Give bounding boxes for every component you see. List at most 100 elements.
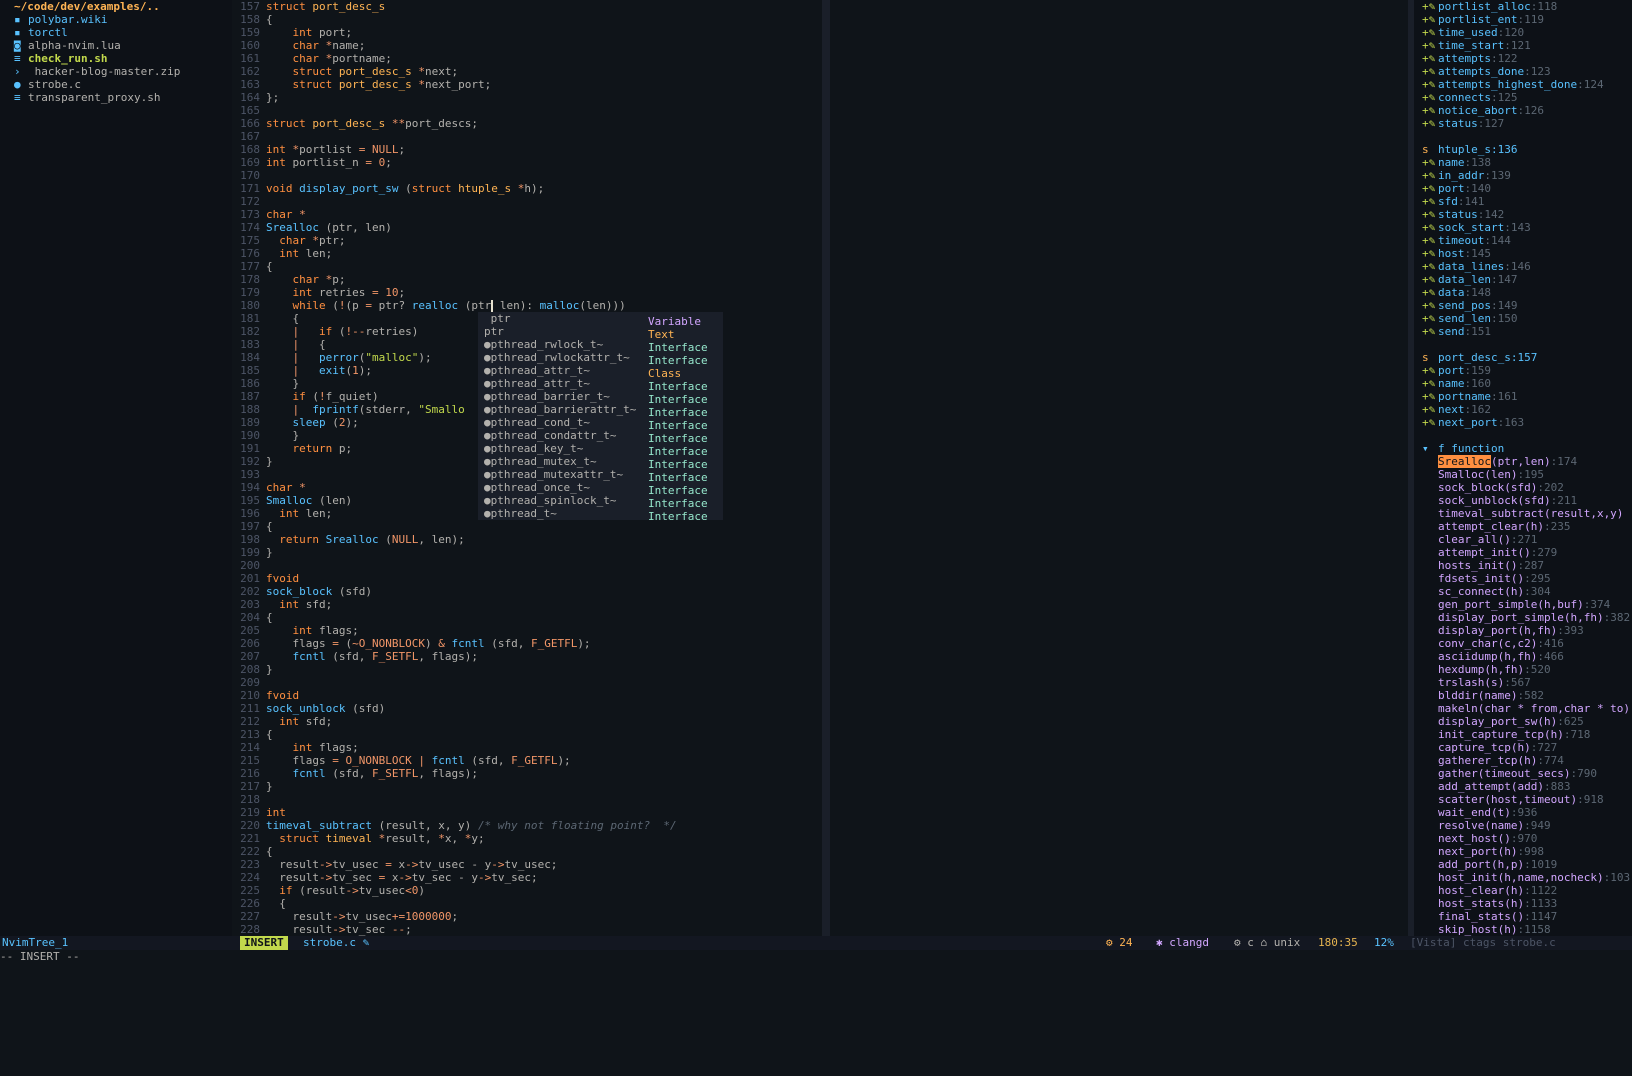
completion-item[interactable]: ●pthread_t~ Interface [478, 507, 723, 523]
vista-item[interactable]: Srealloc(ptr,len):174 [1414, 455, 1632, 468]
code-text[interactable]: int portlist_n = 0; [266, 156, 392, 169]
code-line[interactable]: 214 int flags; [232, 741, 822, 754]
code-line[interactable]: 228 result->tv_sec --; [232, 923, 822, 936]
tree-root-path[interactable]: ~/code/dev/examples/.. [0, 0, 232, 13]
vista-item[interactable]: makeln(char * from,char * to) [1414, 702, 1632, 715]
code-line[interactable]: 213 { [232, 728, 822, 741]
vista-item[interactable]: +✎ portlist_ent:119 [1414, 13, 1632, 26]
vista-item[interactable]: sock_unblock(sfd):211 [1414, 494, 1632, 507]
vista-item[interactable]: gatherer_tcp(h):774 [1414, 754, 1632, 767]
code-line[interactable]: 218 [232, 793, 822, 806]
code-text[interactable]: } [266, 780, 273, 793]
tree-item[interactable]: › hacker-blog-master.zip [0, 65, 232, 78]
completion-popup[interactable]: ptr Variable ptr Text ●pthread_rwlock_t~ Inte… [478, 312, 723, 523]
code-text[interactable]: fvoid [266, 572, 299, 585]
vista-item[interactable]: +✎ next_port:163 [1414, 416, 1632, 429]
code-line[interactable]: 209 [232, 676, 822, 689]
code-line[interactable]: 198 return Srealloc (NULL, len); [232, 533, 822, 546]
tree-item[interactable]: ● strobe.c [0, 78, 232, 91]
nvimtree-panel[interactable]: ~/code/dev/examples/.. ▪ polybar.wiki ▪ tor… [0, 0, 232, 936]
tree-item[interactable]: ▪ torctl [0, 26, 232, 39]
completion-item[interactable]: ●pthread_rwlock_t~ Interface [478, 338, 723, 354]
completion-item[interactable]: ●pthread_mutexattr_t~ Interface [478, 468, 723, 484]
empty-editor-pane[interactable] [830, 0, 1408, 936]
vista-item[interactable]: +✎ send_pos:149 [1414, 299, 1632, 312]
completion-item[interactable]: ●pthread_spinlock_t~ Interface [478, 494, 723, 510]
vista-item[interactable]: display_port_sw(h):625 [1414, 715, 1632, 728]
vista-item[interactable]: add_port(h,p):1019 [1414, 858, 1632, 871]
code-text[interactable]: } [266, 377, 299, 390]
completion-item[interactable]: ●pthread_barrierattr_t~ Interface [478, 403, 723, 419]
code-line[interactable]: 167 [232, 130, 822, 143]
code-line[interactable]: 224 result->tv_sec = x->tv_sec - y->tv_s… [232, 871, 822, 884]
code-line[interactable]: 170 [232, 169, 822, 182]
vista-item[interactable]: fdsets_init():295 [1414, 572, 1632, 585]
vista-item[interactable]: +✎ port:140 [1414, 182, 1632, 195]
code-line[interactable]: 169 int portlist_n = 0; [232, 156, 822, 169]
code-line[interactable]: 208} [232, 663, 822, 676]
code-text[interactable]: } [266, 663, 273, 676]
code-text[interactable]: char *portname; [266, 52, 392, 65]
vista-item[interactable]: +✎ attempts:122 [1414, 52, 1632, 65]
vista-item[interactable]: s htuple_s:136 [1414, 143, 1632, 156]
completion-item[interactable]: ●pthread_key_t~ Interface [478, 442, 723, 458]
vista-item[interactable]: trslash(s):567 [1414, 676, 1632, 689]
code-line[interactable]: 179 int retries = 10; [232, 286, 822, 299]
code-text[interactable]: char *ptr; [266, 234, 345, 247]
vista-item[interactable]: +✎ notice_abort:126 [1414, 104, 1632, 117]
code-text[interactable]: } [266, 429, 299, 442]
code-text[interactable]: int sfd; [266, 598, 332, 611]
code-line[interactable]: 160 char *name; [232, 39, 822, 52]
code-text[interactable]: } [266, 455, 273, 468]
code-text[interactable]: flags = (~O_NONBLOCK) & fcntl (sfd, F_GE… [266, 637, 590, 650]
code-text[interactable]: int flags; [266, 741, 359, 754]
vista-item[interactable]: +✎ status:142 [1414, 208, 1632, 221]
window-separator[interactable] [822, 0, 830, 936]
code-text[interactable]: | perror("malloc"); [266, 351, 432, 364]
completion-item[interactable]: ptr Variable [478, 312, 723, 328]
code-line[interactable]: 204 { [232, 611, 822, 624]
code-text[interactable]: struct port_desc_s [266, 0, 385, 13]
vista-item[interactable]: +✎ host:145 [1414, 247, 1632, 260]
vista-item[interactable]: s port_desc_s:157 [1414, 351, 1632, 364]
vista-item[interactable]: +✎ data_len:147 [1414, 273, 1632, 286]
code-line[interactable]: 172 [232, 195, 822, 208]
vista-item[interactable]: init_capture_tcp(h):718 [1414, 728, 1632, 741]
code-text[interactable]: sleep (2); [266, 416, 359, 429]
vista-item[interactable]: +✎ send:151 [1414, 325, 1632, 338]
code-text[interactable]: int *portlist = NULL; [266, 143, 405, 156]
tree-item[interactable]: ≡ transparent_proxy.sh [0, 91, 232, 104]
vista-item[interactable]: timeval_subtract(result,x,y) [1414, 507, 1632, 520]
code-text[interactable]: int port; [266, 26, 353, 39]
vista-item[interactable]: add_attempt(add):883 [1414, 780, 1632, 793]
vista-item[interactable]: gather(timeout_secs):790 [1414, 767, 1632, 780]
vista-item[interactable]: asciidump(h,fh):466 [1414, 650, 1632, 663]
completion-item[interactable]: ●pthread_mutex_t~ Interface [478, 455, 723, 471]
code-text[interactable]: fcntl (sfd, F_SETFL, flags); [266, 767, 478, 780]
code-text[interactable]: { [266, 13, 273, 26]
vista-item[interactable]: +✎ status:127 [1414, 117, 1632, 130]
code-text[interactable]: { [266, 845, 273, 858]
vista-item[interactable]: clear_all():271 [1414, 533, 1632, 546]
vista-item[interactable]: final_stats():1147 [1414, 910, 1632, 923]
vista-item[interactable]: +✎ timeout:144 [1414, 234, 1632, 247]
code-text[interactable]: struct timeval *result, *x, *y; [266, 832, 484, 845]
vista-item[interactable]: capture_tcp(h):727 [1414, 741, 1632, 754]
vista-item[interactable]: +✎ attempts_highest_done:124 [1414, 78, 1632, 91]
code-text[interactable]: { [266, 260, 273, 273]
code-text[interactable]: char * [266, 208, 306, 221]
code-line[interactable]: 163 struct port_desc_s *next_port; [232, 78, 822, 91]
vista-item[interactable]: attempt_init():279 [1414, 546, 1632, 559]
vista-item[interactable]: attempt_clear(h):235 [1414, 520, 1632, 533]
completion-item[interactable]: ●pthread_cond_t~ Interface [478, 416, 723, 432]
vista-item[interactable]: Smalloc(len):195 [1414, 468, 1632, 481]
code-line[interactable]: 180 while (!(p = ptr? realloc (ptr len):… [232, 299, 822, 312]
vista-item[interactable]: +✎ time_used:120 [1414, 26, 1632, 39]
vista-item[interactable]: +✎ in_addr:139 [1414, 169, 1632, 182]
vista-item[interactable]: +✎ sock_start:143 [1414, 221, 1632, 234]
completion-item[interactable]: ●pthread_rwlockattr_t~ Interface [478, 351, 723, 367]
code-text[interactable]: fvoid [266, 689, 299, 702]
code-line[interactable]: 206 flags = (~O_NONBLOCK) & fcntl (sfd, … [232, 637, 822, 650]
vista-item[interactable]: +✎ send_len:150 [1414, 312, 1632, 325]
code-text[interactable]: result->tv_sec --; [266, 923, 411, 936]
